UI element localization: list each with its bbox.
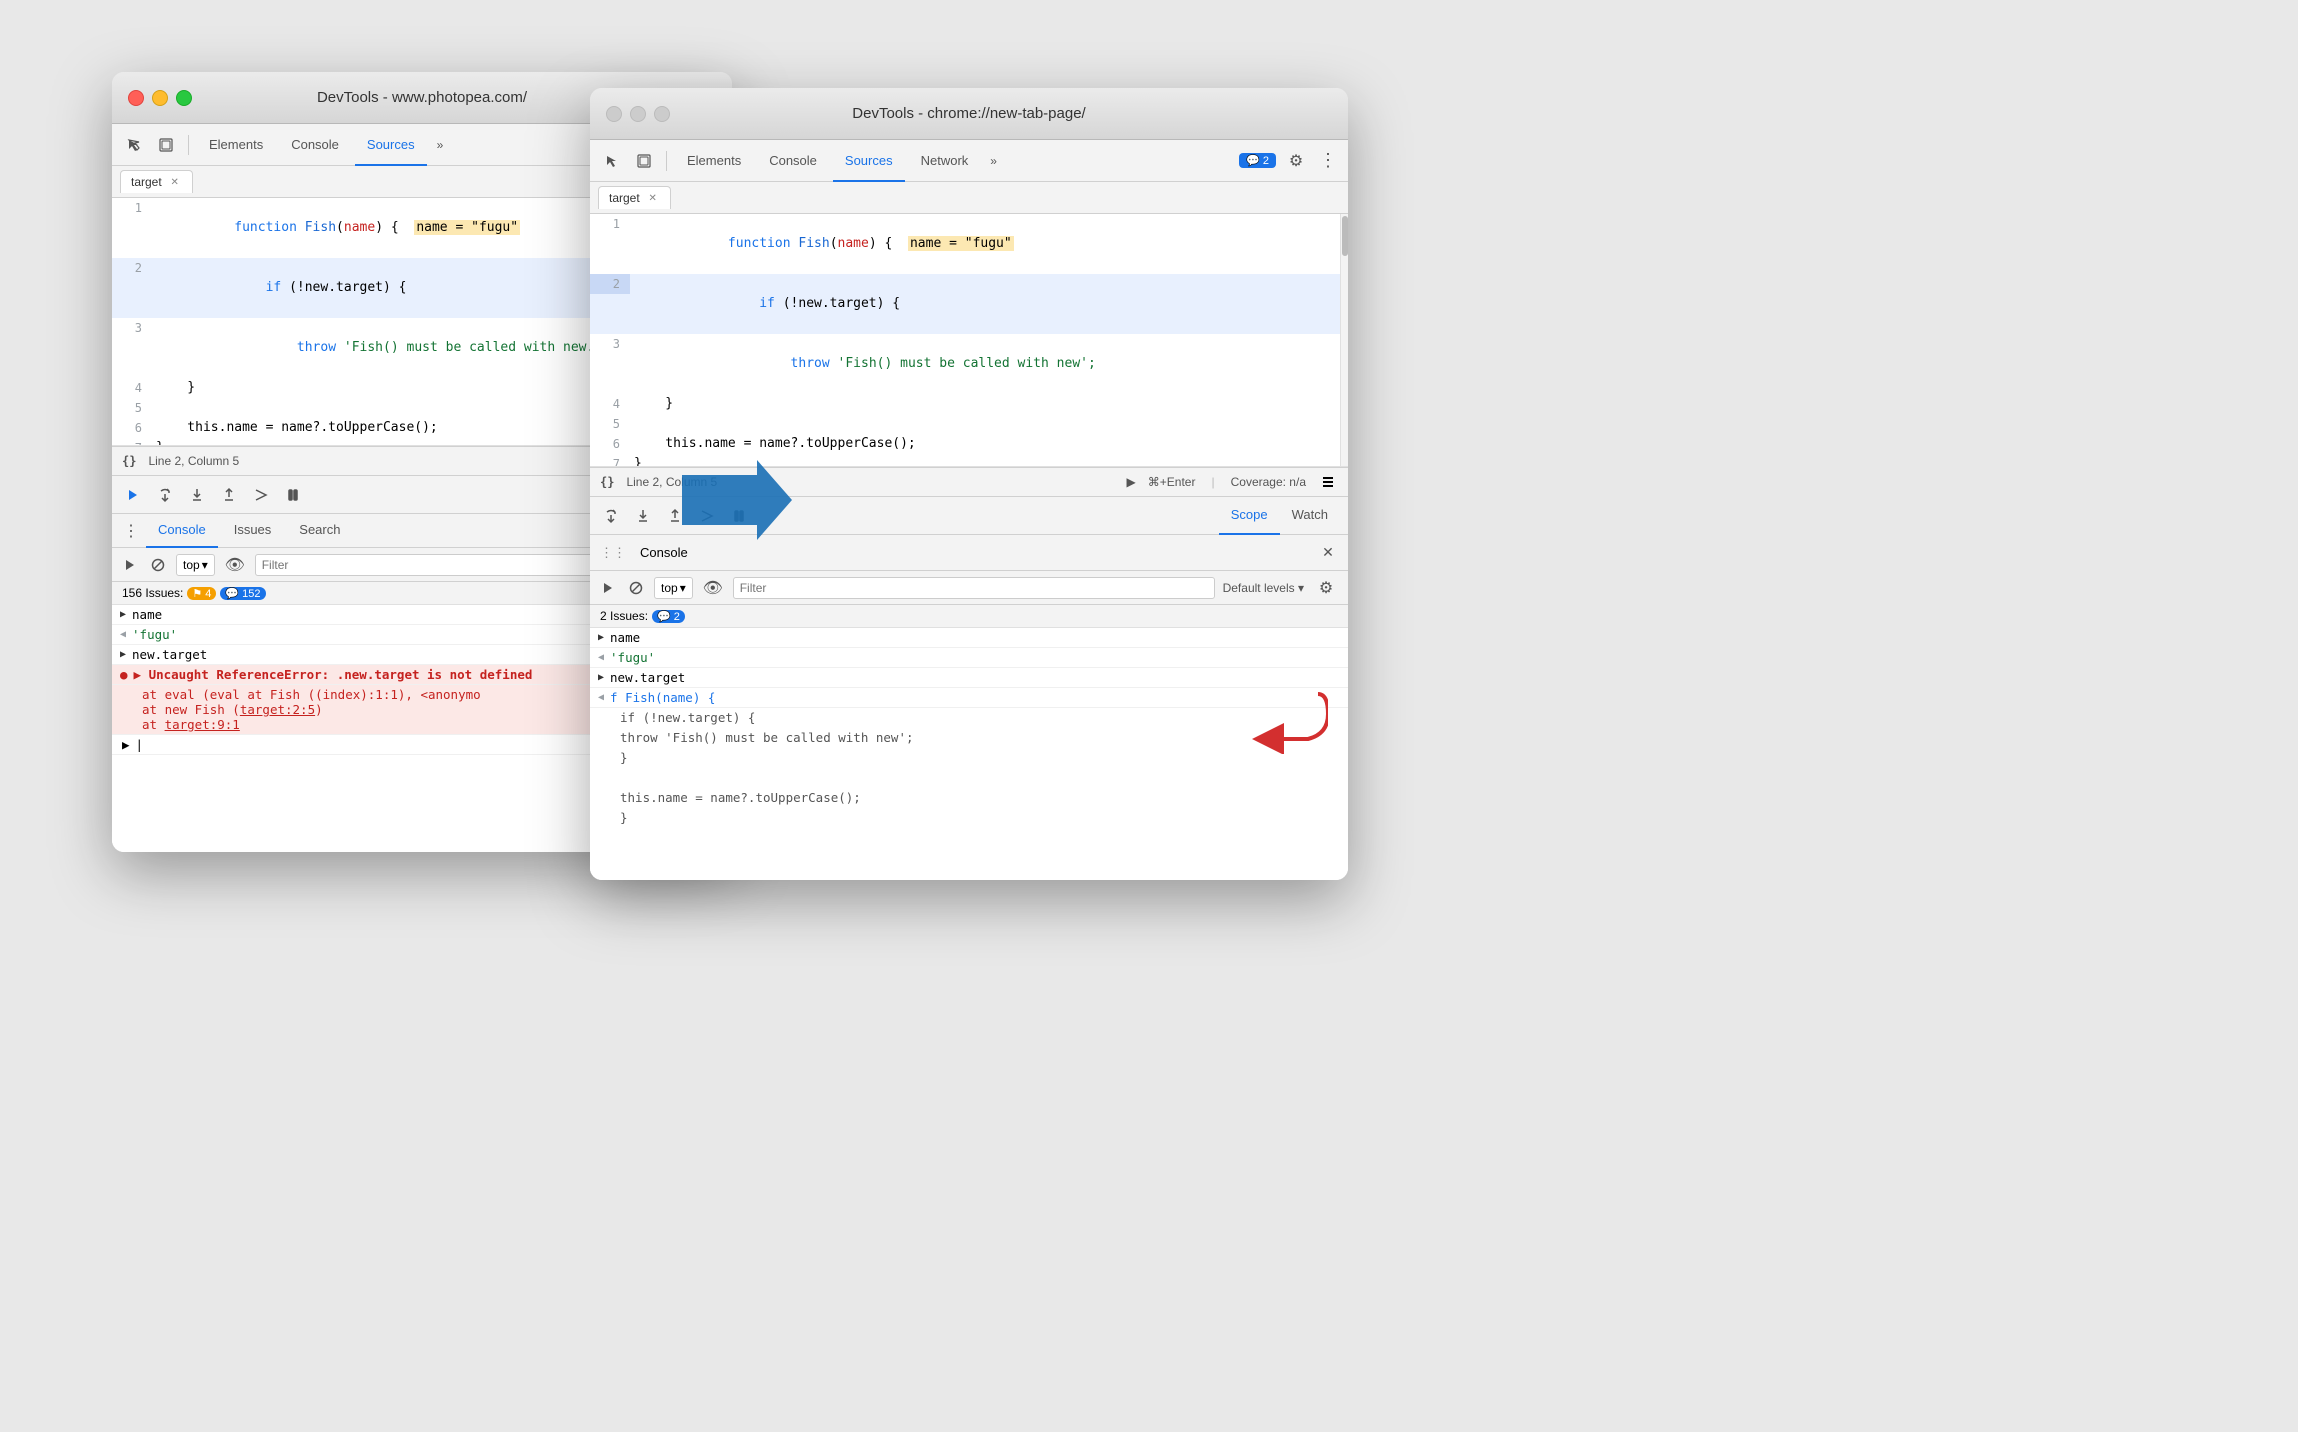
tab-console-2[interactable]: Console xyxy=(757,140,829,182)
curly-braces-icon: {} xyxy=(122,454,136,468)
file-tab-close-2[interactable]: ✕ xyxy=(646,191,660,205)
file-tab-target-1[interactable]: target ✕ xyxy=(120,170,193,193)
step-btn-1[interactable] xyxy=(248,482,274,508)
maximize-button-1[interactable] xyxy=(176,90,192,106)
tab-sources-2[interactable]: Sources xyxy=(833,140,905,182)
console-entry-newtarget-2: ▶ new.target xyxy=(590,668,1348,688)
tab-sources-1[interactable]: Sources xyxy=(355,124,427,166)
title-bar-2: DevTools - chrome://new-tab-page/ xyxy=(590,88,1348,140)
code-line-2-5: 5 xyxy=(590,414,1340,434)
file-tab-close-1[interactable]: ✕ xyxy=(168,175,182,189)
toolbar-separator-2 xyxy=(666,151,667,171)
debug-tabs-2: Scope Watch xyxy=(1219,497,1340,535)
eye-icon-2[interactable]: 👁 xyxy=(701,576,725,600)
minimize-button-1[interactable] xyxy=(152,90,168,106)
console-title-2: Console xyxy=(640,545,1310,560)
deactivate-btn-1[interactable] xyxy=(280,482,306,508)
issues-msg-badge-1: 💬 152 xyxy=(220,587,265,600)
search-tab-1[interactable]: Search xyxy=(287,514,352,548)
console-entry-fn-2: ◀ f Fish(name) { xyxy=(590,688,1348,708)
blue-arrow xyxy=(682,460,792,545)
more-vert-btn-2[interactable]: ⋮ xyxy=(1316,149,1340,173)
msg-badge-2: 💬 2 xyxy=(1239,153,1276,168)
status-bar-right-2: ▶ ⌘+Enter | Coverage: n/a xyxy=(1127,472,1338,492)
code-line-2-3: 3 throw 'Fish() must be called with new'… xyxy=(590,334,1340,394)
step-over-btn-1[interactable] xyxy=(152,482,178,508)
curly-braces-icon-2: {} xyxy=(600,475,614,489)
step-over-btn-2[interactable] xyxy=(598,503,624,529)
code-line-2-4: 4 } xyxy=(590,394,1340,414)
window-title-1: DevTools - www.photopea.com/ xyxy=(317,89,527,106)
cursor-icon-2[interactable] xyxy=(598,147,626,175)
issues-warn-badge-1: ⚑ 4 xyxy=(187,587,216,600)
issues-tab-1[interactable]: Issues xyxy=(222,514,284,548)
inspect-icon-2[interactable] xyxy=(630,147,658,175)
error-icon-1: ● xyxy=(120,667,128,682)
console-entry-fugu-2: ◀ 'fugu' xyxy=(590,648,1348,668)
tab-network-2[interactable]: Network xyxy=(909,140,981,182)
block-icon-2[interactable] xyxy=(626,578,646,598)
traffic-lights-1[interactable] xyxy=(128,90,192,106)
block-icon-1[interactable] xyxy=(148,555,168,575)
issues-line-2: 2 Issues: 💬 2 xyxy=(590,605,1348,628)
step-into-btn-2[interactable] xyxy=(630,503,656,529)
issues-count-1: 156 Issues: xyxy=(122,586,183,600)
maximize-button-2[interactable] xyxy=(654,106,670,122)
coverage-settings-btn[interactable] xyxy=(1318,472,1338,492)
console-entry-name-2: ▶ name xyxy=(590,628,1348,648)
window-title-2: DevTools - chrome://new-tab-page/ xyxy=(852,105,1085,122)
play-pause-btn-1[interactable] xyxy=(120,482,146,508)
run-icon-1[interactable] xyxy=(120,555,140,575)
traffic-lights-2[interactable] xyxy=(606,106,670,122)
run-icon-2[interactable] xyxy=(598,578,618,598)
scrollbar-thumb-2[interactable] xyxy=(1342,216,1348,256)
code-editor-2[interactable]: 1 function Fish(name) { name = "fugu" 2 … xyxy=(590,214,1348,467)
tab-console-1[interactable]: Console xyxy=(279,124,351,166)
toolbar-separator-1 xyxy=(188,135,189,155)
eye-icon-1[interactable]: 👁 xyxy=(223,553,247,577)
close-button-1[interactable] xyxy=(128,90,144,106)
watch-tab-2[interactable]: Watch xyxy=(1280,497,1340,535)
settings-btn-2[interactable]: ⚙ xyxy=(1282,147,1310,175)
file-tab-bar-2: target ✕ xyxy=(590,182,1348,214)
issues-msg-badge-2: 💬 2 xyxy=(652,610,685,623)
scope-tab-2[interactable]: Scope xyxy=(1219,497,1280,535)
line-col-status-1: Line 2, Column 5 xyxy=(148,454,239,468)
cursor-icon[interactable] xyxy=(120,131,148,159)
step-into-btn-1[interactable] xyxy=(184,482,210,508)
file-tab-target-2[interactable]: target ✕ xyxy=(598,186,671,209)
code-lines-container-2: 1 function Fish(name) { name = "fugu" 2 … xyxy=(590,214,1340,466)
overflow-menu-2[interactable]: » xyxy=(984,147,1003,175)
step-out-btn-1[interactable] xyxy=(216,482,242,508)
filter-input-1[interactable] xyxy=(255,554,635,576)
tab-elements-2[interactable]: Elements xyxy=(675,140,753,182)
close-button-2[interactable] xyxy=(606,106,622,122)
top-dropdown-1[interactable]: top ▾ xyxy=(176,554,215,576)
console-panel-2[interactable]: ▶ name ◀ 'fugu' ▶ new.target ◀ f Fish(na… xyxy=(590,628,1348,880)
console-close-btn-2[interactable]: ✕ xyxy=(1318,543,1338,563)
filter-input-2[interactable] xyxy=(733,577,1215,599)
default-levels-2[interactable]: Default levels ▾ xyxy=(1223,581,1304,595)
console-settings-btn-2[interactable]: ⚙ xyxy=(1312,574,1340,602)
console-filter-2: top ▾ 👁 Default levels ▾ ⚙ xyxy=(590,571,1348,605)
minimize-button-2[interactable] xyxy=(630,106,646,122)
tab-elements-1[interactable]: Elements xyxy=(197,124,275,166)
overflow-menu-1[interactable]: » xyxy=(431,131,450,159)
code-scrollbar-2[interactable] xyxy=(1340,214,1348,466)
console-options-1[interactable]: ⋮ xyxy=(120,520,142,542)
console-tab-1[interactable]: Console xyxy=(146,514,218,548)
code-line-2-6: 6 this.name = name?.toUpperCase(); xyxy=(590,434,1340,454)
issues-count-2: 2 Issues: xyxy=(600,609,648,623)
drag-handle-2[interactable]: ⋮⋮ xyxy=(600,545,626,561)
toolbar-right-2: 💬 2 ⚙ ⋮ xyxy=(1239,147,1340,175)
code-line-2-1: 1 function Fish(name) { name = "fugu" xyxy=(590,214,1340,274)
inspect-icon[interactable] xyxy=(152,131,180,159)
top-dropdown-2[interactable]: top ▾ xyxy=(654,577,693,599)
main-toolbar-2: Elements Console Sources Network » 💬 2 ⚙… xyxy=(590,140,1348,182)
fn-expansion-2: if (!new.target) { throw 'Fish() must be… xyxy=(590,708,1348,828)
code-line-2-2: 2 if (!new.target) { xyxy=(590,274,1340,334)
